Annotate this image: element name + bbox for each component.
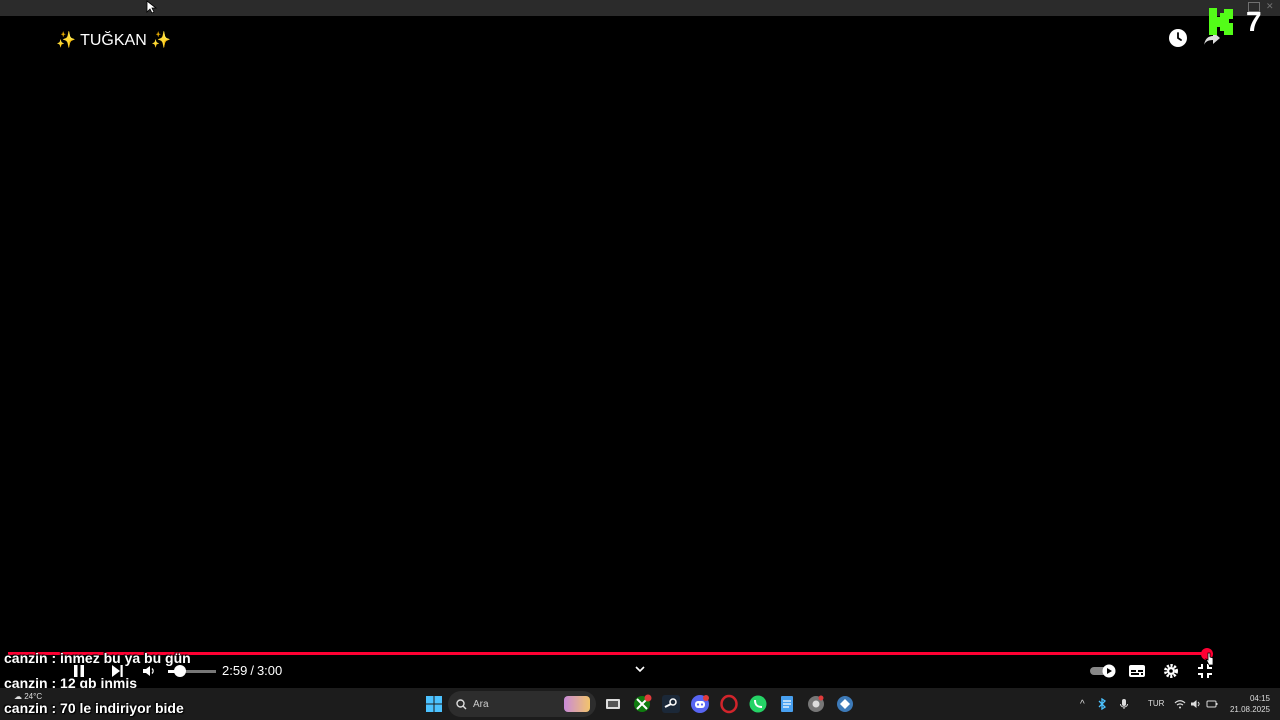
chat-username: canzin <box>4 650 48 666</box>
chat-separator: : <box>47 650 61 666</box>
whatsapp-icon[interactable] <box>748 694 768 714</box>
system-tray: ^ <box>1080 688 1129 720</box>
wifi-icon <box>1174 700 1186 709</box>
chat-text: 70 le indiriyor bide <box>60 700 184 716</box>
bluetooth-icon[interactable] <box>1097 698 1107 710</box>
windows-taskbar: ☁ 24°C Ara ^ TUR 04:15 21.08.2025 <box>0 688 1280 720</box>
video-player[interactable] <box>0 16 1280 688</box>
subtitles-icon <box>1129 665 1145 677</box>
tray-expand-icon[interactable]: ^ <box>1080 699 1085 710</box>
clock-date: 21.08.2025 <box>1229 705 1270 714</box>
chrome-icon[interactable] <box>806 694 826 714</box>
app-icon[interactable] <box>835 694 855 714</box>
microphone-icon[interactable] <box>1119 698 1129 710</box>
autoplay-toggle-icon <box>1090 664 1116 678</box>
chevron-down-icon[interactable] <box>634 664 646 674</box>
search-highlight-icon <box>564 696 590 712</box>
chat-text: inmez bu ya bu gün <box>60 650 191 666</box>
task-view-icon[interactable] <box>603 694 623 714</box>
search-icon <box>456 698 467 709</box>
time-display: 2:59/3:00 <box>222 663 282 678</box>
watch-later-icon[interactable] <box>1168 28 1188 48</box>
network-sound-battery[interactable] <box>1174 688 1218 720</box>
time-total: 3:00 <box>256 663 283 678</box>
mouse-cursor-icon <box>146 0 158 14</box>
volume-slider-handle[interactable] <box>174 665 186 677</box>
clock-time: 04:15 <box>1249 694 1270 703</box>
chat-message: canzin : inmez bu ya bu gün <box>4 650 191 666</box>
window-controls: ✕ <box>1248 2 1276 12</box>
battery-icon <box>1206 700 1218 708</box>
chat-separator: : <box>47 700 61 716</box>
maximize-icon[interactable] <box>1248 2 1260 12</box>
mouse-cursor-icon <box>1205 652 1214 666</box>
chat-message: canzin : 70 le indiriyor bide <box>4 700 184 716</box>
time-current: 2:59 <box>222 663 248 678</box>
video-title: ✨ TUĞKAN ✨ <box>56 32 172 49</box>
discord-icon[interactable] <box>690 694 710 714</box>
speaker-icon <box>1191 700 1200 708</box>
chat-username: canzin <box>4 700 48 716</box>
browser-top-strip <box>0 0 1280 16</box>
close-icon[interactable]: ✕ <box>1266 2 1276 11</box>
taskbar-search[interactable]: Ara <box>448 691 596 717</box>
volume-icon <box>143 666 154 676</box>
time-separator: / <box>250 663 254 678</box>
subtitles-button[interactable] <box>1126 660 1148 682</box>
taskbar-clock[interactable]: 04:15 21.08.2025 <box>1226 693 1270 715</box>
xbox-icon[interactable] <box>632 694 652 714</box>
gear-icon <box>1164 664 1178 678</box>
language-indicator[interactable]: TUR <box>1148 699 1164 708</box>
notepad-icon[interactable] <box>777 694 797 714</box>
kick-logo-icon <box>1209 8 1233 35</box>
steam-icon[interactable] <box>661 694 681 714</box>
search-placeholder: Ara <box>473 698 489 710</box>
autoplay-toggle[interactable] <box>1088 660 1118 682</box>
settings-button[interactable] <box>1160 660 1182 682</box>
opera-icon[interactable] <box>719 694 739 714</box>
windows-start-icon[interactable] <box>424 694 444 714</box>
